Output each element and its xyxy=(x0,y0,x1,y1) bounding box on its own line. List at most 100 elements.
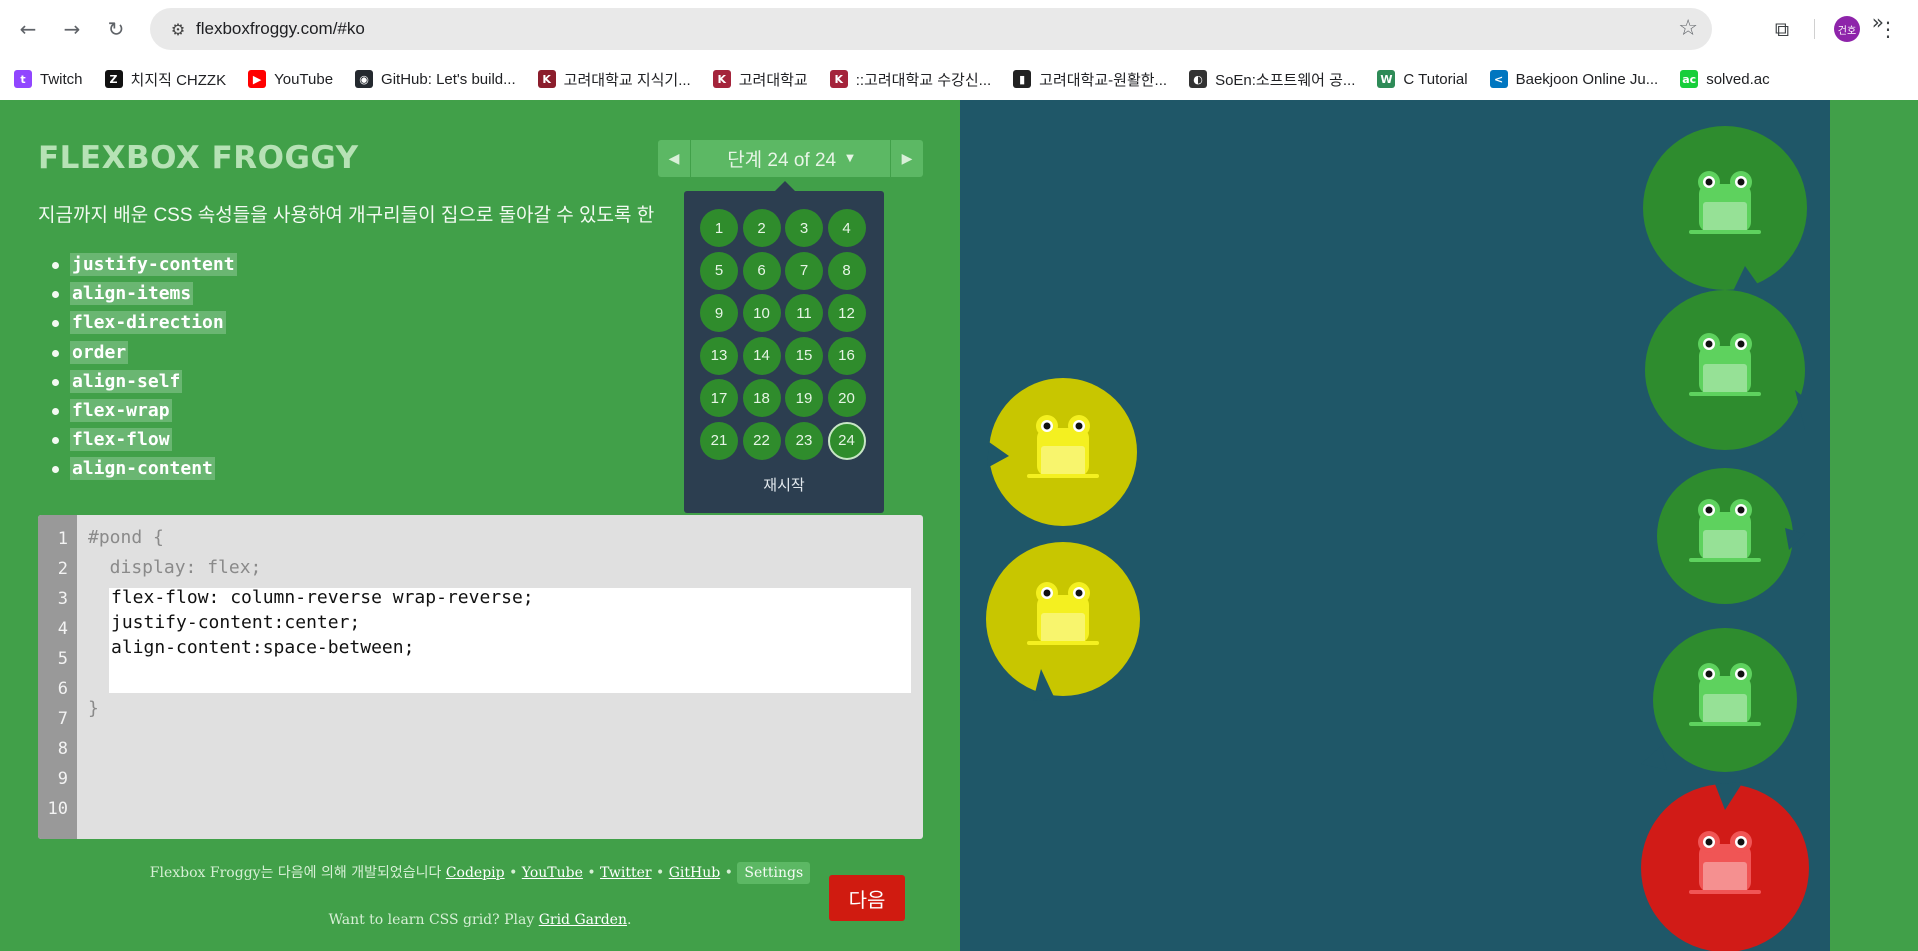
caret-down-icon: ▼ xyxy=(846,153,854,164)
credits-link-codepip[interactable]: Codepip xyxy=(446,865,505,881)
level-button[interactable]: 11 xyxy=(785,294,823,332)
bookmark-favicon-icon: ◉ xyxy=(355,70,374,88)
line-number-gutter: 1 2 3 4 5 6 7 8 9 10 xyxy=(38,515,77,839)
property-item: flex-wrap xyxy=(52,396,237,425)
level-button[interactable]: 13 xyxy=(700,336,738,375)
code-line: display: flex; xyxy=(88,557,262,578)
level-button[interactable]: 24 xyxy=(827,421,866,460)
bookmark-favicon-icon: ac xyxy=(1680,70,1699,88)
level-button[interactable]: 2 xyxy=(742,209,781,247)
line-number: 6 xyxy=(57,679,68,699)
line-number: 5 xyxy=(57,649,68,669)
level-button[interactable]: 21 xyxy=(700,421,738,460)
bookmark-label: 고려대학교 지식기... xyxy=(563,71,691,89)
game-title: FLEXBOX FROGGY xyxy=(38,140,359,176)
address-bar[interactable]: ⚙ flexboxfroggy.com/#ko ☆ xyxy=(150,8,1712,50)
bookmark-favicon-icon: K xyxy=(712,70,731,88)
bookmark-item[interactable]: t Twitch xyxy=(14,70,83,88)
line-number: 2 xyxy=(57,559,68,579)
bookmark-item[interactable]: K 고려대학교 지식기... xyxy=(537,69,691,90)
level-button[interactable]: 14 xyxy=(742,336,781,375)
bookmark-favicon-icon: < xyxy=(1489,70,1508,88)
bookmarks-overflow-icon[interactable]: » xyxy=(1872,10,1884,34)
credits-link-github[interactable]: GitHub xyxy=(669,865,720,881)
bookmark-item[interactable]: ◉ GitHub: Let's build... xyxy=(355,70,516,88)
back-icon[interactable]: ← xyxy=(12,13,44,45)
promo-text: Want to learn CSS grid? Play xyxy=(328,912,535,928)
bookmark-favicon-icon: t xyxy=(14,70,32,88)
property-item: align-content xyxy=(52,454,237,483)
level-selector-popup: 재시작 1 2 3 4 5 6 7 8 9 10 11 12 13 14 15 16 17 18 19 20 21 22 2… xyxy=(684,181,884,513)
bookmark-favicon-icon: ◐ xyxy=(1189,70,1208,88)
bookmark-item[interactable]: ▮ 고려대학교-원활한... xyxy=(1013,69,1167,90)
grid-garden-promo: Want to learn CSS grid? Play Grid Garden… xyxy=(0,912,960,928)
property-name: order xyxy=(70,340,129,364)
code-input-line[interactable]: align-content:space-between; xyxy=(111,637,414,658)
bookmark-item[interactable]: < Baekjoon Online Ju... xyxy=(1489,70,1659,88)
forward-icon[interactable]: → xyxy=(56,13,88,45)
bookmark-item[interactable]: ◐ SoEn:소프트웨어 공... xyxy=(1189,69,1355,90)
property-item: align-self xyxy=(52,367,237,396)
property-item: flex-direction xyxy=(52,308,237,337)
line-number: 10 xyxy=(47,799,68,819)
level-button[interactable]: 3 xyxy=(785,209,823,247)
level-button[interactable]: 9 xyxy=(700,294,738,332)
prev-level-arrow-icon[interactable]: ◀ xyxy=(658,140,690,177)
credits-link-youtube[interactable]: YouTube xyxy=(522,865,583,881)
profile-avatar[interactable]: 건호 xyxy=(1834,16,1860,42)
code-input-line[interactable]: justify-content:center; xyxy=(111,612,360,633)
reset-button[interactable]: 재시작 xyxy=(684,474,884,495)
bookmark-label: Baekjoon Online Ju... xyxy=(1515,70,1659,88)
level-button[interactable]: 19 xyxy=(785,379,823,417)
level-button[interactable]: 20 xyxy=(827,379,866,417)
settings-button[interactable]: Settings xyxy=(737,862,811,884)
level-button[interactable]: 16 xyxy=(827,336,866,375)
css-editor: 1 2 3 4 5 6 7 8 9 10 #pond { display: flex; flex-f… xyxy=(38,515,923,839)
level-button[interactable]: 5 xyxy=(700,251,738,290)
bookmark-item[interactable]: Z 치지직 CHZZK xyxy=(104,69,226,90)
level-button[interactable]: 17 xyxy=(700,379,738,417)
property-name: flex-flow xyxy=(70,428,172,452)
bookmark-label: 고려대학교-원활한... xyxy=(1039,71,1168,89)
reload-icon[interactable]: ↻ xyxy=(100,13,132,45)
property-name: flex-direction xyxy=(70,311,226,335)
bookmark-item[interactable]: K 고려대학교 xyxy=(712,69,808,90)
bookmark-item[interactable]: ac solved.ac xyxy=(1680,70,1770,88)
level-button[interactable]: 22 xyxy=(742,421,781,460)
level-button[interactable]: 6 xyxy=(742,251,781,290)
instructions: 지금까지 배운 CSS 속성들을 사용하여 개구리들이 집으로 돌아갈 수 있도… xyxy=(38,205,655,226)
level-button[interactable]: 7 xyxy=(785,251,823,290)
line-number: 4 xyxy=(57,619,68,639)
site-settings-icon[interactable]: ⚙ xyxy=(166,17,190,41)
level-button[interactable]: 12 xyxy=(827,294,866,332)
next-level-arrow-icon[interactable]: ▶ xyxy=(891,140,923,177)
level-button[interactable]: 23 xyxy=(785,421,823,460)
property-name: align-self xyxy=(70,369,183,393)
bookmark-star-icon[interactable]: ☆ xyxy=(1678,16,1698,41)
level-button[interactable]: 4 xyxy=(827,209,866,247)
grid-garden-link[interactable]: Grid Garden xyxy=(539,912,627,928)
bookmark-favicon-icon: ▮ xyxy=(1013,70,1032,88)
level-button[interactable]: 8 xyxy=(827,251,866,290)
code-line: } xyxy=(88,698,99,719)
game-sidebar: FLEXBOX FROGGY ◀ 단계 24 of 24 ▼ ▶ 지금까지 배운… xyxy=(0,100,960,951)
bookmark-item[interactable]: ▶ YouTube xyxy=(248,70,333,88)
level-button[interactable]: 1 xyxy=(700,209,738,247)
url-text[interactable]: flexboxfroggy.com/#ko xyxy=(196,19,365,39)
bookmark-label: solved.ac xyxy=(1706,70,1770,88)
property-item: justify-content xyxy=(52,250,237,279)
bookmark-item[interactable]: K::고려대학교 수강신... xyxy=(829,69,991,90)
level-indicator[interactable]: 단계 24 of 24 ▼ xyxy=(691,140,890,177)
code-input-line[interactable]: flex-flow: column-reverse wrap-reverse; xyxy=(111,587,534,608)
level-button[interactable]: 18 xyxy=(742,379,781,417)
property-item: flex-flow xyxy=(52,425,237,454)
level-button[interactable]: 10 xyxy=(742,294,781,332)
credits-link-twitter[interactable]: Twitter xyxy=(600,865,652,881)
property-item: order xyxy=(52,338,237,367)
bookmark-item[interactable]: W C Tutorial xyxy=(1377,70,1468,88)
level-indicator-text: 단계 24 of 24 xyxy=(727,150,837,171)
bookmark-label: 고려대학교 xyxy=(738,71,808,89)
extensions-icon[interactable]: ⧉ xyxy=(1766,13,1798,45)
level-button[interactable]: 15 xyxy=(785,336,823,375)
line-number: 9 xyxy=(57,769,68,789)
